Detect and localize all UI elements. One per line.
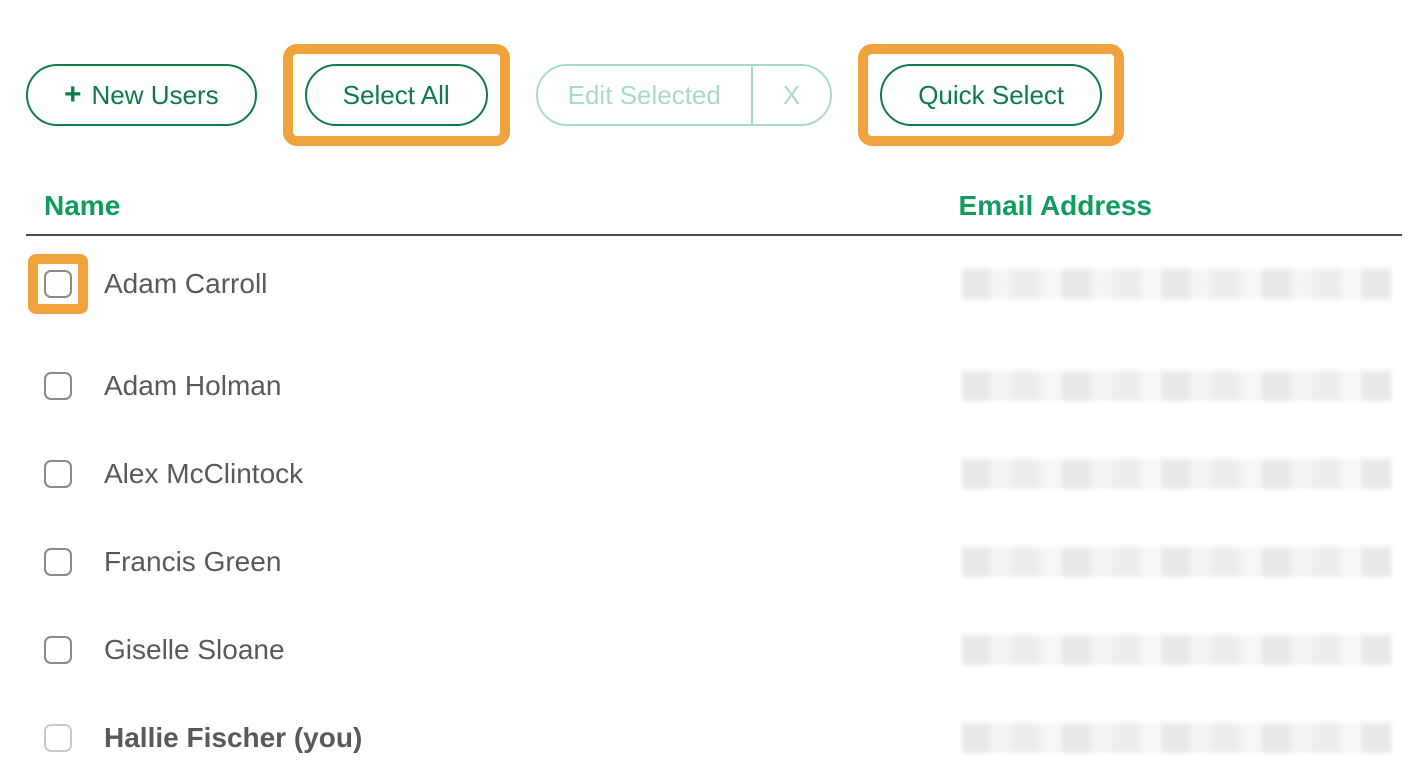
user-name: Adam Holman [104,370,962,402]
checkbox-highlight [28,254,88,314]
user-name: Giselle Sloane [104,634,962,666]
table-row[interactable]: Adam Holman [26,342,1402,430]
new-users-label: New Users [92,80,219,111]
new-users-button[interactable]: + New Users [26,64,257,126]
select-all-label: Select All [343,80,450,111]
row-checkbox[interactable] [44,270,72,298]
edit-selected-button[interactable]: Edit Selected [538,66,751,124]
column-email[interactable]: Email Address [959,190,1402,222]
select-all-button[interactable]: Select All [305,64,488,126]
quick-select-button[interactable]: Quick Select [880,64,1102,126]
user-name: Adam Carroll [104,268,962,300]
table-row[interactable]: Hallie Fischer (you) [26,694,1402,782]
row-checkbox[interactable] [44,372,72,400]
user-email-redacted [962,371,1392,401]
checkbox-cell [44,636,104,664]
row-checkbox[interactable] [44,548,72,576]
row-checkbox[interactable] [44,460,72,488]
table-header: Name Email Address [26,190,1402,236]
checkbox-cell [44,548,104,576]
user-email-redacted [962,723,1392,753]
select-all-highlight: Select All [283,44,510,146]
checkbox-cell [44,254,104,314]
quick-select-label: Quick Select [918,80,1064,111]
checkbox-cell [44,372,104,400]
user-name: Alex McClintock [104,458,962,490]
table-row[interactable]: Adam Carroll [26,236,1402,342]
plus-icon: + [64,80,82,110]
quick-select-highlight: Quick Select [858,44,1124,146]
user-email-redacted [962,635,1392,665]
table-row[interactable]: Giselle Sloane [26,606,1402,694]
close-icon: X [783,80,800,111]
edit-selected-label: Edit Selected [568,80,721,111]
user-name: Hallie Fischer (you) [104,722,962,754]
user-email-redacted [962,269,1392,299]
row-checkbox[interactable] [44,724,72,752]
checkbox-cell [44,724,104,752]
user-email-redacted [962,547,1392,577]
toolbar: + New Users Select All Edit Selected X Q… [26,44,1402,146]
checkbox-cell [44,460,104,488]
clear-selection-button[interactable]: X [751,66,830,124]
row-checkbox[interactable] [44,636,72,664]
edit-selected-group: Edit Selected X [536,64,833,126]
user-email-redacted [962,459,1392,489]
user-table-body: Adam Carroll Adam Holman Alex McClintock Fr… [26,236,1402,782]
table-row[interactable]: Francis Green [26,518,1402,606]
column-name[interactable]: Name [44,190,120,222]
user-name: Francis Green [104,546,962,578]
table-row[interactable]: Alex McClintock [26,430,1402,518]
